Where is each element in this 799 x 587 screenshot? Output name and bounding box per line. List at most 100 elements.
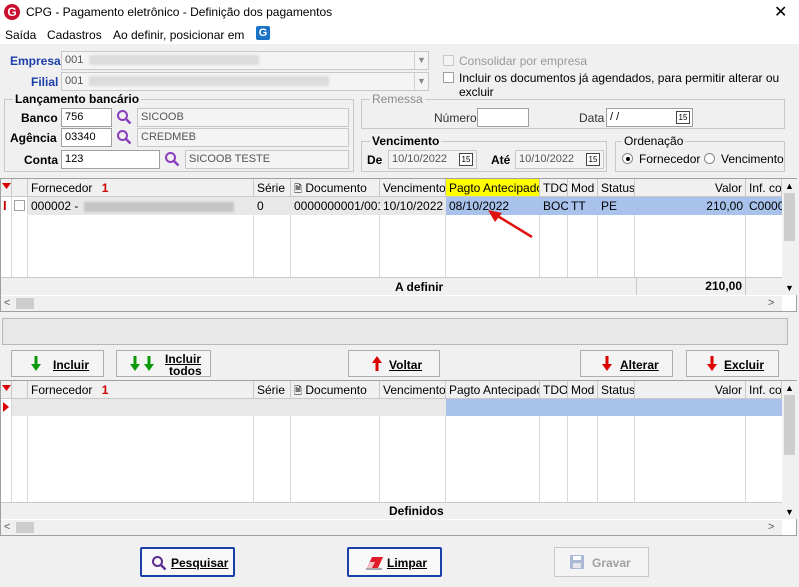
filial-label: Filial [31, 75, 59, 89]
cell-vencimento: 10/10/2022 [383, 199, 444, 213]
grid1-scroll-down-icon[interactable]: ▼ [785, 283, 794, 293]
grid2-scroll-left-icon[interactable]: < [4, 521, 10, 533]
grid1-scroll-up-icon[interactable]: ▲ [785, 181, 794, 191]
cell-fornecedor: 000002 - [28, 197, 254, 215]
pesquisar-label: Pesquisar [171, 556, 229, 570]
vencimento-de-label: De [367, 153, 383, 167]
document-icon: 🗎 [294, 184, 303, 195]
conta-search-icon[interactable] [164, 151, 180, 167]
grid2-col-mod[interactable]: Mod [568, 381, 598, 399]
search-icon [152, 556, 167, 571]
conta-label: Conta [24, 153, 58, 167]
grid2-col-documento-label: Documento [305, 383, 367, 397]
ordenacao-title: Ordenação [622, 134, 686, 148]
remessa-numero-input[interactable] [477, 108, 529, 127]
grid2-hscroll-thumb[interactable] [16, 522, 34, 533]
cell-tdo: BOC [543, 199, 568, 213]
grid1-col-documento[interactable]: 🗎 Documento [291, 179, 380, 197]
voltar-button[interactable]: Voltar [348, 350, 440, 377]
pesquisar-button[interactable]: Pesquisar [140, 547, 235, 577]
double-down-arrow-green-icon [130, 356, 154, 371]
grid1-col-mod[interactable]: Mod [568, 179, 598, 197]
grid2-hscrollbar[interactable] [1, 520, 782, 535]
grid2-col-fornecedor[interactable]: Fornecedor 1 [28, 381, 254, 399]
grid1-scroll-thumb[interactable] [784, 193, 795, 241]
row-select-checkbox[interactable] [14, 200, 25, 211]
ordenacao-vencimento-radio[interactable] [704, 153, 715, 164]
grid1-col-pagto-antecipado[interactable]: Pagto Antecipado [446, 179, 540, 197]
incluir-todos-label-2: todos [169, 364, 202, 378]
gravar-button[interactable]: Gravar [554, 547, 649, 577]
cell-documento: 0000000001/001 [294, 199, 380, 213]
empresa-label: Empresa [10, 54, 61, 68]
excluir-button[interactable]: Excluir [686, 350, 779, 377]
ordenacao-vencimento-label: Vencimento [721, 152, 784, 166]
close-icon[interactable]: ✕ [774, 2, 787, 22]
grid2-col-documento[interactable]: 🗎 Documento [291, 381, 380, 399]
menu-saida[interactable]: Saída [5, 28, 36, 42]
message-bar [2, 318, 788, 345]
grid1-hscrollbar[interactable] [1, 296, 782, 311]
empresa-combo[interactable]: 001 [61, 51, 429, 70]
grid2-sort-order-marker: 1 [101, 383, 109, 397]
filial-dropdown-icon[interactable]: ▼ [414, 73, 428, 90]
grid2-scroll-down-icon[interactable]: ▼ [785, 507, 794, 517]
alterar-label: Alterar [620, 358, 659, 372]
vencimento-ate-label: Até [491, 153, 511, 167]
remessa-numero-label: Número [434, 111, 477, 125]
conta-code-input[interactable]: 123 [61, 150, 160, 169]
vencimento-de-calendar-icon[interactable]: 15 [459, 153, 473, 166]
incluir-agendados-checkbox[interactable] [443, 72, 454, 83]
grid2-col-tdo[interactable]: TDO [540, 381, 568, 399]
agencia-search-icon[interactable] [116, 129, 132, 145]
grid1-hscroll-thumb[interactable] [16, 298, 34, 309]
grid2-col-status[interactable]: Status [598, 381, 635, 399]
ordenacao-fornecedor-radio[interactable] [622, 153, 633, 164]
agencia-code-input[interactable]: 03340 [61, 128, 112, 147]
empresa-dropdown-icon[interactable]: ▼ [414, 52, 428, 69]
alterar-button[interactable]: Alterar [580, 350, 673, 377]
g-logo-icon[interactable]: G [256, 26, 270, 40]
eraser-icon [366, 557, 383, 570]
table-row[interactable] [12, 399, 446, 416]
grid1-col-serie[interactable]: Série [254, 179, 291, 197]
down-arrow-green-icon [31, 356, 41, 371]
table-row-highlight [446, 399, 782, 416]
menu-ao-definir[interactable]: Ao definir, posicionar em [113, 28, 244, 42]
cell-serie: 0 [257, 199, 264, 213]
grid2-col-vencimento[interactable]: Vencimento [380, 381, 446, 399]
grid1-col-fornecedor[interactable]: Fornecedor 1 [28, 179, 254, 197]
fornecedor-name-redacted [84, 201, 235, 212]
remessa-data-label: Data [579, 111, 605, 125]
lancamento-title: Lançamento bancário [13, 92, 142, 106]
grid2-col-valor[interactable]: Valor [635, 381, 746, 399]
banco-label: Banco [21, 111, 58, 125]
filial-name-redacted [89, 76, 330, 87]
grid1-scroll-left-icon[interactable]: < [4, 297, 10, 309]
remessa-calendar-icon[interactable]: 15 [676, 111, 690, 124]
banco-code-input[interactable]: 756 [61, 108, 112, 127]
incluir-button[interactable]: Incluir [11, 350, 104, 377]
grid1-col-vencimento[interactable]: Vencimento [380, 179, 446, 197]
limpar-button[interactable]: Limpar [347, 547, 442, 577]
banco-search-icon[interactable] [116, 109, 132, 125]
grid1-scroll-right-icon[interactable]: > [768, 297, 774, 309]
grid1-col-valor[interactable]: Valor [635, 179, 746, 197]
grid2-col-inf[interactable]: Inf. com [746, 381, 782, 399]
grid2-col-serie[interactable]: Série [254, 381, 291, 399]
grid2-scroll-right-icon[interactable]: > [768, 521, 774, 533]
grid2-scroll-thumb[interactable] [784, 395, 795, 455]
incluir-label: Incluir [53, 358, 90, 372]
consolidar-checkbox[interactable] [443, 55, 454, 66]
down-arrow-red-icon [707, 356, 717, 371]
menu-cadastros[interactable]: Cadastros [47, 28, 102, 42]
grid1-col-inf[interactable]: Inf. com [746, 179, 782, 197]
incluir-todos-button[interactable]: Incluir todos [116, 350, 211, 378]
filial-combo[interactable]: 001 [61, 72, 429, 91]
vencimento-ate-calendar-icon[interactable]: 15 [586, 153, 600, 166]
grid2-col-pagto-antecipado[interactable]: Pagto Antecipado [446, 381, 540, 399]
grid2-scroll-up-icon[interactable]: ▲ [785, 383, 794, 393]
empresa-name-redacted [89, 55, 260, 66]
grid1-col-status[interactable]: Status [598, 179, 635, 197]
grid1-col-tdo[interactable]: TDO [540, 179, 568, 197]
